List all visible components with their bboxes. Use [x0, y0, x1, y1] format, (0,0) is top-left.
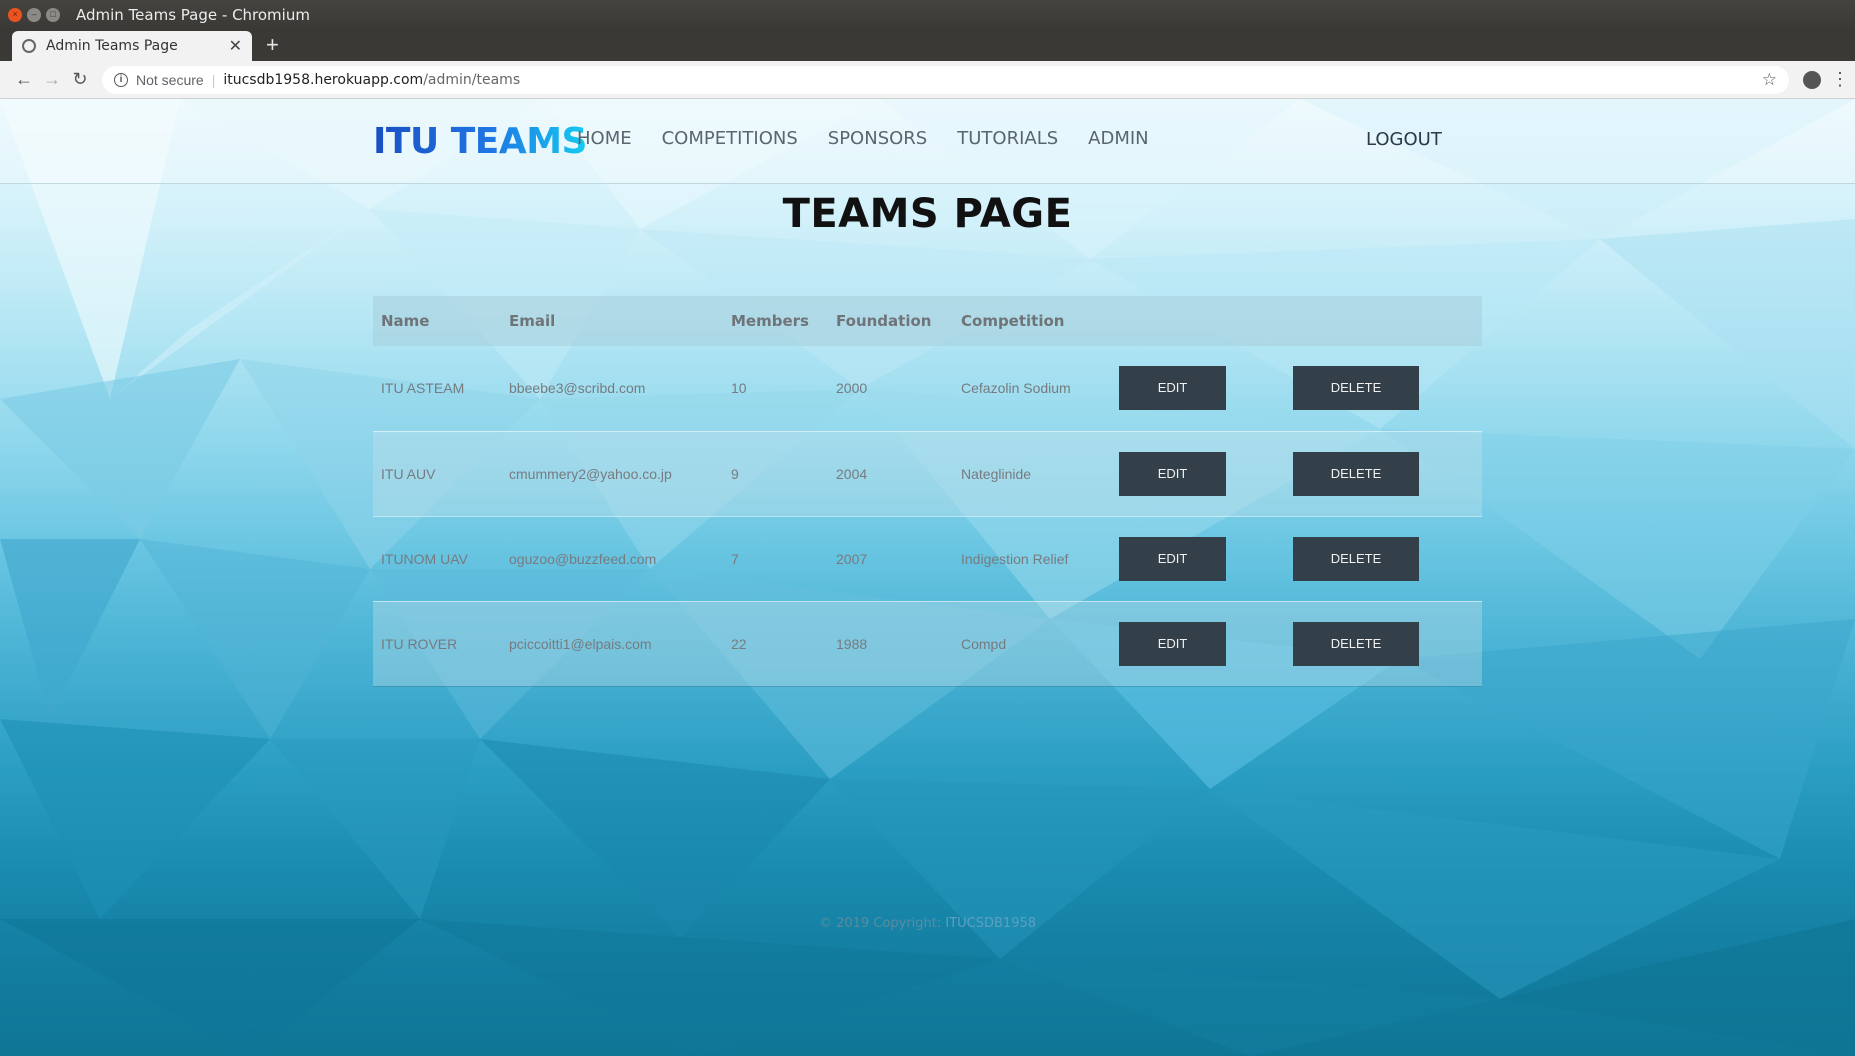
- window-title: Admin Teams Page - Chromium: [76, 5, 310, 24]
- team-name: ITU AUV: [381, 465, 436, 482]
- back-arrow-icon[interactable]: ←: [10, 69, 38, 90]
- delete-cell: DELETE: [1285, 346, 1482, 431]
- table-row: ITU AUV cmummery2@yahoo.co.jp 9 2004 Nat…: [373, 431, 1482, 516]
- column-header-delete: [1285, 296, 1482, 346]
- main-nav: HOME COMPETITIONS SPONSORS TUTORIALS ADM…: [577, 128, 1149, 149]
- delete-cell: DELETE: [1285, 431, 1482, 516]
- teams-table: Name Email Members Foundation Competitio…: [373, 296, 1482, 687]
- edit-button[interactable]: EDIT: [1119, 536, 1226, 581]
- new-tab-icon[interactable]: +: [266, 32, 279, 58]
- team-competition: Cefazolin Sodium: [961, 380, 1071, 397]
- nav-sponsors[interactable]: SPONSORS: [828, 128, 927, 149]
- page-viewport: ITU TEAMS HOME COMPETITIONS SPONSORS TUT…: [0, 99, 1855, 1056]
- url-separator: |: [211, 71, 216, 88]
- team-members: 10: [731, 380, 747, 397]
- team-competition: Indigestion Relief: [961, 550, 1069, 567]
- team-competition: Nateglinide: [961, 465, 1032, 482]
- nav-tutorials[interactable]: TUTORIALS: [957, 128, 1058, 149]
- info-icon[interactable]: i: [114, 72, 128, 87]
- copyright-text: © 2019 Copyright:: [818, 916, 946, 931]
- delete-cell: DELETE: [1285, 601, 1482, 686]
- forward-arrow-icon[interactable]: →: [38, 69, 66, 90]
- tab-strip: Admin Teams Page ✕ +: [0, 29, 1855, 61]
- team-foundation: 2007: [836, 550, 868, 567]
- window-maximize-icon[interactable]: □: [46, 7, 60, 22]
- team-name: ITUNOM UAV: [381, 550, 468, 567]
- browser-tab[interactable]: Admin Teams Page ✕: [12, 31, 252, 61]
- team-members: 22: [731, 635, 747, 652]
- team-members: 7: [731, 550, 739, 567]
- edit-button[interactable]: EDIT: [1119, 451, 1226, 496]
- team-members: 9: [731, 465, 739, 482]
- window-controls: × – □: [8, 7, 60, 22]
- page-footer: © 2019 Copyright: ITUCSDB1958: [0, 916, 1855, 931]
- window-close-icon[interactable]: ×: [8, 7, 22, 22]
- column-header-members: Members: [731, 312, 809, 330]
- site-header: ITU TEAMS HOME COMPETITIONS SPONSORS TUT…: [0, 99, 1855, 184]
- bookmark-star-icon[interactable]: ☆: [1762, 70, 1777, 90]
- nav-admin[interactable]: ADMIN: [1088, 128, 1148, 149]
- edit-cell: EDIT: [1111, 346, 1285, 431]
- window-minimize-icon[interactable]: –: [27, 7, 41, 22]
- table-row: ITU ROVER pciccoitti1@elpais.com 22 1988…: [373, 601, 1482, 686]
- delete-button[interactable]: DELETE: [1293, 366, 1419, 411]
- logout-link[interactable]: LOGOUT: [1366, 129, 1442, 150]
- tab-close-icon[interactable]: ✕: [229, 36, 242, 56]
- table-row: ITUNOM UAV oguzoo@buzzfeed.com 7 2007 In…: [373, 516, 1482, 601]
- edit-cell: EDIT: [1111, 516, 1285, 601]
- url-input[interactable]: i Not secure | itucsdb1958.herokuapp.com…: [102, 65, 1789, 94]
- account-icon[interactable]: [1803, 70, 1821, 89]
- column-header-competition: Competition: [961, 312, 1065, 330]
- team-email: pciccoitti1@elpais.com: [509, 635, 652, 652]
- team-foundation: 1988: [836, 635, 868, 652]
- menu-kebab-icon[interactable]: ⋮: [1831, 69, 1849, 90]
- nav-home[interactable]: HOME: [577, 128, 632, 149]
- edit-cell: EDIT: [1111, 601, 1285, 686]
- window-titlebar: × – □ Admin Teams Page - Chromium: [0, 0, 1855, 29]
- security-label: Not secure: [136, 71, 204, 88]
- delete-cell: DELETE: [1285, 516, 1482, 601]
- url-text: itucsdb1958.herokuapp.com/admin/teams: [223, 72, 520, 88]
- edit-button[interactable]: EDIT: [1119, 366, 1226, 411]
- copyright-owner-link[interactable]: ITUCSDB1958: [945, 916, 1036, 931]
- reload-icon[interactable]: ↻: [66, 69, 94, 90]
- delete-button[interactable]: DELETE: [1293, 451, 1419, 496]
- team-foundation: 2004: [836, 465, 868, 482]
- url-path: /admin/teams: [423, 71, 521, 88]
- team-competition: Compd: [961, 635, 1007, 652]
- globe-icon: [22, 39, 36, 53]
- site-logo[interactable]: ITU TEAMS: [373, 121, 587, 162]
- team-email: bbeebe3@scribd.com: [509, 380, 646, 397]
- address-bar: ← → ↻ i Not secure | itucsdb1958.herokua…: [0, 61, 1855, 99]
- page-title: TEAMS PAGE: [782, 191, 1073, 237]
- nav-competitions[interactable]: COMPETITIONS: [662, 128, 798, 149]
- delete-button[interactable]: DELETE: [1293, 621, 1419, 666]
- team-name: ITU ASTEAM: [381, 380, 465, 397]
- team-name: ITU ROVER: [381, 635, 458, 652]
- table-row: ITU ASTEAM bbeebe3@scribd.com 10 2000 Ce…: [373, 346, 1482, 431]
- column-header-edit: [1111, 296, 1285, 346]
- team-email: cmummery2@yahoo.co.jp: [509, 465, 672, 482]
- team-foundation: 2000: [836, 380, 868, 397]
- tab-title: Admin Teams Page: [46, 38, 178, 54]
- delete-button[interactable]: DELETE: [1293, 536, 1419, 581]
- edit-cell: EDIT: [1111, 431, 1285, 516]
- edit-button[interactable]: EDIT: [1119, 621, 1226, 666]
- team-email: oguzoo@buzzfeed.com: [509, 550, 657, 567]
- column-header-email: Email: [509, 312, 556, 330]
- table-header-row: Name Email Members Foundation Competitio…: [373, 296, 1482, 346]
- column-header-foundation: Foundation: [836, 312, 932, 330]
- url-host: itucsdb1958.herokuapp.com: [223, 71, 424, 88]
- column-header-name: Name: [381, 312, 430, 330]
